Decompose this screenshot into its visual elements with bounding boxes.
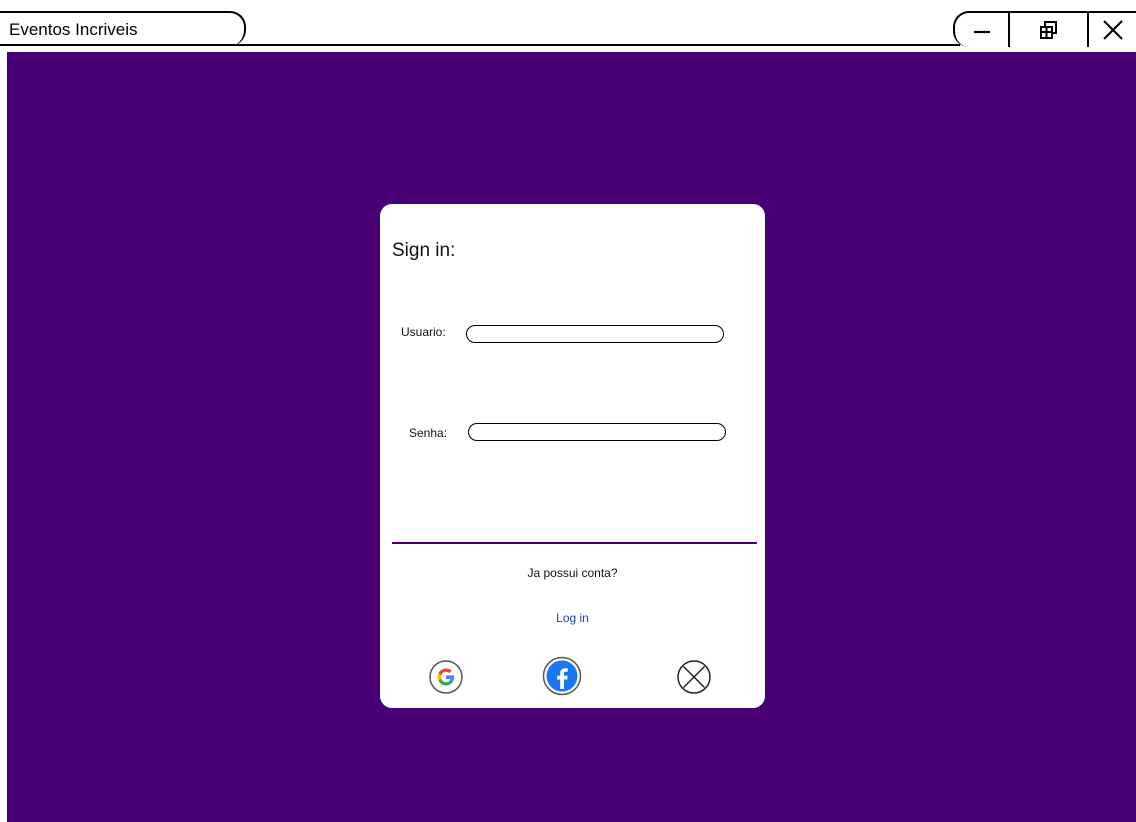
senha-input[interactable] — [468, 423, 726, 441]
window-title-tab: Eventos Incriveis — [0, 11, 246, 46]
cancel-circle-icon[interactable] — [676, 659, 712, 695]
restore-button[interactable] — [1010, 13, 1089, 47]
close-button[interactable] — [1089, 13, 1136, 47]
title-bar: Eventos Incriveis — [0, 0, 1136, 52]
minimize-icon — [973, 30, 990, 34]
senha-label: Senha: — [409, 426, 448, 440]
minimize-button[interactable] — [955, 13, 1010, 47]
login-link[interactable]: Log in — [380, 611, 765, 625]
facebook-icon[interactable] — [542, 656, 582, 696]
account-question: Ja possui conta? — [527, 566, 618, 580]
signin-title: Sign in: — [392, 240, 456, 261]
usuario-label: Usuario: — [401, 325, 446, 339]
card-divider — [392, 542, 757, 544]
title-bar-divider — [0, 44, 960, 46]
window-title: Eventos Incriveis — [9, 20, 138, 39]
close-icon — [1102, 20, 1123, 40]
restore-icon — [1039, 21, 1057, 39]
window-controls — [953, 11, 1136, 47]
signin-card: Sign in: Usuario: Senha: Ja possui conta… — [380, 204, 765, 708]
google-icon[interactable] — [428, 659, 464, 695]
usuario-input[interactable] — [466, 325, 724, 343]
